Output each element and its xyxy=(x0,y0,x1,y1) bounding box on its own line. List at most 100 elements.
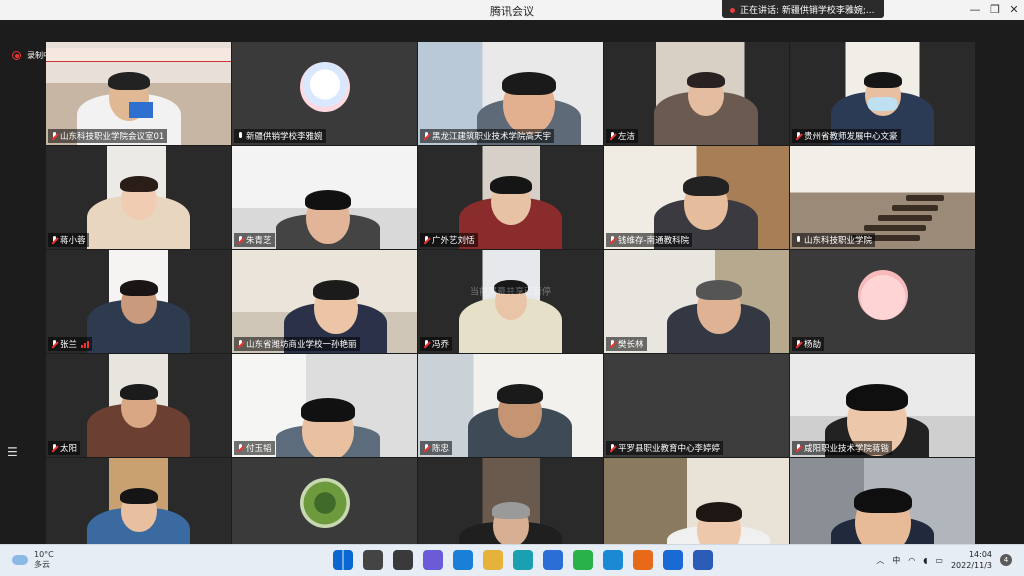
participant-tile[interactable]: 新疆供销学校李雅婉 xyxy=(232,42,417,145)
tencent-meeting-icon[interactable] xyxy=(663,550,683,570)
participant-label: 山东省潍坊商业学校一孙艳丽 xyxy=(234,337,360,351)
mic-muted-icon xyxy=(609,235,616,245)
participant-label: 山东科技职业学院 xyxy=(792,233,876,247)
weather-widget[interactable]: 10°C 多云 xyxy=(12,550,54,570)
explorer-icon[interactable] xyxy=(483,550,503,570)
participant-label: 新疆供销学校李雅婉 xyxy=(234,129,326,143)
person-hair xyxy=(119,383,158,401)
mic-muted-icon xyxy=(609,131,616,141)
taskbar-apps xyxy=(333,550,713,570)
participant-tile[interactable]: 杨劼 xyxy=(790,250,975,353)
participant-tile[interactable]: 朱青芝 xyxy=(232,146,417,249)
participant-label: 杨劼 xyxy=(792,337,825,351)
screen-share-paused-text: 当前屏幕共享已暂停 xyxy=(469,287,552,298)
firefox-icon[interactable] xyxy=(633,550,653,570)
person-hair xyxy=(496,383,543,404)
speaking-indicator: 正在讲话: 新疆供销学校李雅婉;... xyxy=(722,0,884,18)
mic-muted-icon xyxy=(423,339,430,349)
weather-temp: 10°C xyxy=(34,550,54,559)
minimize-button[interactable]: — xyxy=(966,2,984,18)
wechat-icon[interactable] xyxy=(573,550,593,570)
participant-name: 朱青芝 xyxy=(246,236,272,246)
participant-tile[interactable]: 付玉韬 xyxy=(232,354,417,457)
system-tray: ︿ 中 ◠ ◖ ▭ 14:04 2022/11/3 4 xyxy=(876,549,1012,571)
participant-name: 太阳 xyxy=(60,444,78,454)
close-button[interactable]: ✕ xyxy=(1005,2,1023,18)
participant-name: 蒋小蓉 xyxy=(60,236,86,246)
avatar xyxy=(299,478,350,529)
mic-muted-icon xyxy=(51,235,58,245)
person-hair xyxy=(686,71,725,89)
participant-tile[interactable]: 山东科技职业学院会议室01 xyxy=(46,42,231,145)
notification-badge[interactable]: 4 xyxy=(1000,554,1012,566)
participant-tile[interactable]: 黑龙江建筑职业技术学院高天宇 xyxy=(418,42,603,145)
person-hair xyxy=(853,487,912,514)
participant-name: 钱维存-南通教科院 xyxy=(618,236,690,246)
start-icon[interactable] xyxy=(333,550,353,570)
participant-name: 樊长林 xyxy=(618,340,644,350)
participant-label: 付玉韬 xyxy=(234,441,275,455)
participant-tile[interactable]: 贵州省教师发展中心文豪 xyxy=(790,42,975,145)
participant-tile[interactable]: 太阳 xyxy=(46,354,231,457)
person-hair xyxy=(845,383,908,411)
mic-muted-icon xyxy=(423,131,430,141)
participant-tile[interactable]: 平罗县职业教育中心李婷婷 xyxy=(604,354,789,457)
participant-tile[interactable]: 山东省潍坊商业学校一孙艳丽 xyxy=(232,250,417,353)
wifi-icon[interactable]: ◠ xyxy=(908,556,915,565)
participant-tile[interactable]: 左洁 xyxy=(604,42,789,145)
person-hair xyxy=(491,502,530,519)
participant-label: 朱青芝 xyxy=(234,233,275,247)
store-icon[interactable] xyxy=(543,550,563,570)
speaking-text: 正在讲话: 新疆供销学校李雅婉;... xyxy=(740,6,875,16)
mic-muted-icon xyxy=(795,339,802,349)
clock-date: 2022/11/3 xyxy=(950,561,992,570)
participant-tile[interactable]: 山东科技职业学院 xyxy=(790,146,975,249)
face-mask xyxy=(868,96,897,111)
clock[interactable]: 14:04 2022/11/3 xyxy=(951,549,992,571)
task-view-icon[interactable] xyxy=(393,550,413,570)
participant-tile[interactable]: 张兰 xyxy=(46,250,231,353)
participant-name: 张兰 xyxy=(60,340,78,350)
person-hair xyxy=(502,71,556,96)
participant-label: 黑龙江建筑职业技术学院高天宇 xyxy=(420,129,555,143)
edge-icon[interactable] xyxy=(453,550,473,570)
participant-label: 太阳 xyxy=(48,441,81,455)
participant-name: 贵州省教师发展中心文豪 xyxy=(804,132,898,142)
participant-label: 陈忠 xyxy=(420,441,453,455)
participant-label: 平罗县职业教育中心李婷婷 xyxy=(606,441,724,455)
participant-tile[interactable]: 咸阳职业技术学院蒋锴 xyxy=(790,354,975,457)
person-hair xyxy=(119,175,158,193)
wall-banner xyxy=(46,48,231,62)
participant-tile[interactable]: 蒋小蓉 xyxy=(46,146,231,249)
participant-tile[interactable]: 当前屏幕共享已暂停冯乔 xyxy=(418,250,603,353)
person-hair xyxy=(695,502,742,523)
participant-name: 付玉韬 xyxy=(246,444,272,454)
battery-icon[interactable]: ▭ xyxy=(935,556,943,565)
volume-icon[interactable]: ◖ xyxy=(923,556,927,565)
search-icon[interactable] xyxy=(363,550,383,570)
person-hair xyxy=(305,190,352,211)
side-menu-icon[interactable]: ☰ xyxy=(7,445,18,459)
participant-label: 咸阳职业技术学院蒋锴 xyxy=(792,441,893,455)
ime-indicator[interactable]: 中 xyxy=(892,555,900,566)
edge-dev-icon[interactable] xyxy=(513,550,533,570)
participant-name: 山东省潍坊商业学校一孙艳丽 xyxy=(246,340,357,350)
mic-icon xyxy=(795,235,802,245)
chevron-up-icon[interactable]: ︿ xyxy=(876,555,884,566)
participant-label: 冯乔 xyxy=(420,337,453,351)
chat-icon[interactable] xyxy=(423,550,443,570)
browser-icon[interactable] xyxy=(603,550,623,570)
participant-tile[interactable]: 钱维存-南通教科院 xyxy=(604,146,789,249)
weather-desc: 多云 xyxy=(34,560,50,569)
avatar xyxy=(299,62,350,113)
participant-tile[interactable]: 广外艺刘恬 xyxy=(418,146,603,249)
participant-name: 冯乔 xyxy=(432,340,450,350)
mic-muted-icon xyxy=(237,443,244,453)
mic-muted-icon xyxy=(795,131,802,141)
word-icon[interactable] xyxy=(693,550,713,570)
maximize-button[interactable]: ❐ xyxy=(986,2,1004,18)
participant-label: 贵州省教师发展中心文豪 xyxy=(792,129,901,143)
person-hair xyxy=(301,398,356,422)
participant-tile[interactable]: 樊长林 xyxy=(604,250,789,353)
participant-tile[interactable]: 陈忠 xyxy=(418,354,603,457)
